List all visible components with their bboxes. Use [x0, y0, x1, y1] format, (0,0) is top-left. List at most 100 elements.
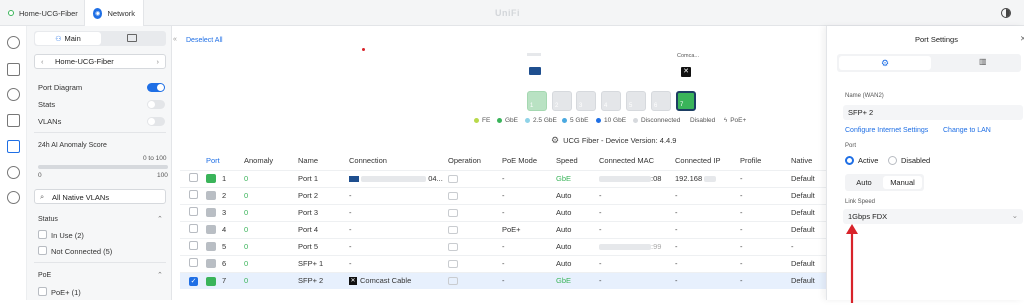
table-row[interactable]: 6 0 SFP+ 1 - - Auto - - - Default [180, 254, 826, 272]
insights-icon[interactable] [7, 191, 20, 204]
configure-internet-label: Configure Internet Settings [845, 127, 929, 134]
port-settings-panel: Port Settings ✕ ⚙ ▥ Name (WAN2) SFP+ 2 C… [826, 26, 1024, 303]
device-select[interactable]: ‹ Home-UCG-Fiber › [34, 54, 166, 69]
search-icon: ⌕ [40, 192, 45, 201]
legend-10gbe: 10 GbE [596, 117, 626, 124]
col-connection[interactable]: Connection [349, 152, 448, 170]
table-row[interactable]: 5 0 Port 5 - - Auto :99 - - - [180, 237, 826, 255]
col-profile[interactable]: Profile [740, 152, 791, 170]
table-row[interactable]: 4 0 Port 4 - PoE+ Auto - - - Default [180, 220, 826, 238]
device-view-icon[interactable] [127, 34, 137, 42]
clients-icon[interactable] [7, 88, 20, 101]
table-row[interactable]: 2 0 Port 2 - - Auto - - - Default [180, 186, 826, 204]
port-name: Port 5 [298, 237, 349, 255]
legend-5gbe: 5 GbE [562, 117, 588, 124]
col-port[interactable]: Port [206, 152, 244, 170]
col-connected-mac[interactable]: Connected MAC [599, 152, 675, 170]
vlans-toggle[interactable] [147, 117, 165, 126]
port-label: Port [845, 143, 857, 149]
port-3-diagram[interactable]: 3 [576, 91, 596, 111]
row-checkbox[interactable] [189, 241, 198, 250]
port-7-diagram[interactable]: 7 [676, 91, 696, 111]
mac-value: - [599, 203, 675, 221]
speed-value: Auto [556, 254, 599, 272]
name-input[interactable]: SFP+ 2 [843, 105, 1023, 120]
active-radio[interactable] [845, 156, 854, 165]
tab-label: Home-UCG-Fiber [19, 8, 78, 18]
port-number: 2 [555, 103, 559, 109]
speed-value: GbE [556, 169, 599, 187]
port-4-diagram[interactable]: 4 [601, 91, 621, 111]
row-checkbox[interactable] [189, 173, 198, 182]
port-6-diagram[interactable]: 6 [651, 91, 671, 111]
legend-disconnected: Disconnected [633, 117, 680, 124]
stats-icon[interactable]: ▥ [979, 57, 987, 66]
table-row[interactable]: 1 0 Port 1 04... - GbE :08 192.168 - Def… [180, 169, 826, 187]
chevron-up-icon[interactable]: ⌃ [157, 215, 163, 223]
protect-icon[interactable] [7, 166, 20, 179]
legend-swatch [525, 118, 530, 123]
main-icon: ⚇ [55, 35, 62, 43]
link-speed-select[interactable]: 1Gbps FDX ⌄ [843, 209, 1023, 224]
col-native[interactable]: Native [791, 152, 826, 170]
col-name[interactable]: Name [298, 152, 349, 170]
col-speed[interactable]: Speed [556, 152, 599, 170]
anomaly-value: 0 [244, 220, 298, 238]
port-5-diagram[interactable]: 5 [626, 91, 646, 111]
port-2-diagram[interactable]: 2 [552, 91, 572, 111]
devices-icon[interactable] [7, 140, 20, 153]
theme-toggle-icon[interactable] [1001, 8, 1011, 18]
profile-value: - [740, 220, 791, 238]
tab-main[interactable]: ⚇ Main [35, 32, 101, 45]
row-checkbox[interactable] [189, 224, 198, 233]
chevron-down-icon: ⌄ [1011, 211, 1018, 220]
close-icon[interactable]: ✕ [1020, 34, 1024, 43]
tab-home-ucg-fiber[interactable]: Home-UCG-Fiber [0, 0, 86, 26]
port-diagram-toggle[interactable] [147, 83, 165, 92]
manual-button[interactable]: Manual [883, 176, 922, 189]
auto-button[interactable]: Auto [847, 176, 881, 189]
speed-value: Auto [556, 237, 599, 255]
change-to-lan-link[interactable]: Change to LAN [943, 127, 991, 134]
anomaly-value: 0 [244, 169, 298, 187]
disabled-radio[interactable] [888, 156, 897, 165]
comcast-icon: ✕ [349, 277, 357, 286]
statistics-icon[interactable] [7, 114, 20, 127]
legend-2-5gbe: 2.5 GbE [525, 117, 557, 124]
anomaly-slider[interactable] [38, 165, 168, 169]
col-anomaly[interactable]: Anomaly [244, 152, 298, 170]
mac-value: - [599, 271, 675, 289]
dashboard-icon[interactable] [7, 36, 20, 49]
col-poe-mode[interactable]: PoE Mode [502, 152, 556, 170]
tab-network[interactable]: ◉ Network [84, 0, 144, 26]
topology-icon[interactable] [7, 63, 20, 76]
row-checkbox-checked[interactable]: ✓ [189, 276, 198, 286]
col-operation[interactable]: Operation [448, 152, 502, 170]
operation-icon [448, 175, 458, 183]
profile-value: - [740, 271, 791, 289]
poe-plus-checkbox[interactable] [38, 287, 47, 296]
col-connected-ip[interactable]: Connected IP [675, 152, 740, 170]
client-name-redacted [527, 53, 541, 56]
poe-mode-value: - [502, 271, 556, 289]
port-1-diagram[interactable]: 1 [527, 91, 547, 111]
row-checkbox[interactable] [189, 258, 198, 267]
client-device-icon [349, 176, 359, 183]
deselect-all-link[interactable]: Deselect All [186, 37, 223, 44]
collapse-panel-icon[interactable]: « [173, 36, 177, 43]
table-row-selected[interactable]: ✓ 7 0 SFP+ 2 ✕ Comcast Cable - GbE - - - … [180, 271, 826, 289]
chevron-up-icon[interactable]: ⌃ [157, 271, 163, 279]
anomaly-range: 0 to 100 [143, 155, 167, 162]
in-use-checkbox[interactable] [38, 230, 47, 239]
row-checkbox[interactable] [189, 207, 198, 216]
configure-internet-link[interactable]: Configure Internet Settings [845, 127, 928, 134]
table-row[interactable]: 3 0 Port 3 - - Auto - - - Default [180, 203, 826, 221]
stats-toggle[interactable] [147, 100, 165, 109]
gear-icon[interactable]: ⚙ [551, 135, 559, 146]
tab-settings[interactable]: ⚙ [839, 56, 931, 70]
status-title: Status [38, 216, 58, 223]
nav-rail [0, 26, 27, 300]
not-connected-checkbox[interactable] [38, 246, 47, 255]
vlan-select[interactable]: ⌕ All Native VLANs [34, 189, 166, 204]
row-checkbox[interactable] [189, 190, 198, 199]
